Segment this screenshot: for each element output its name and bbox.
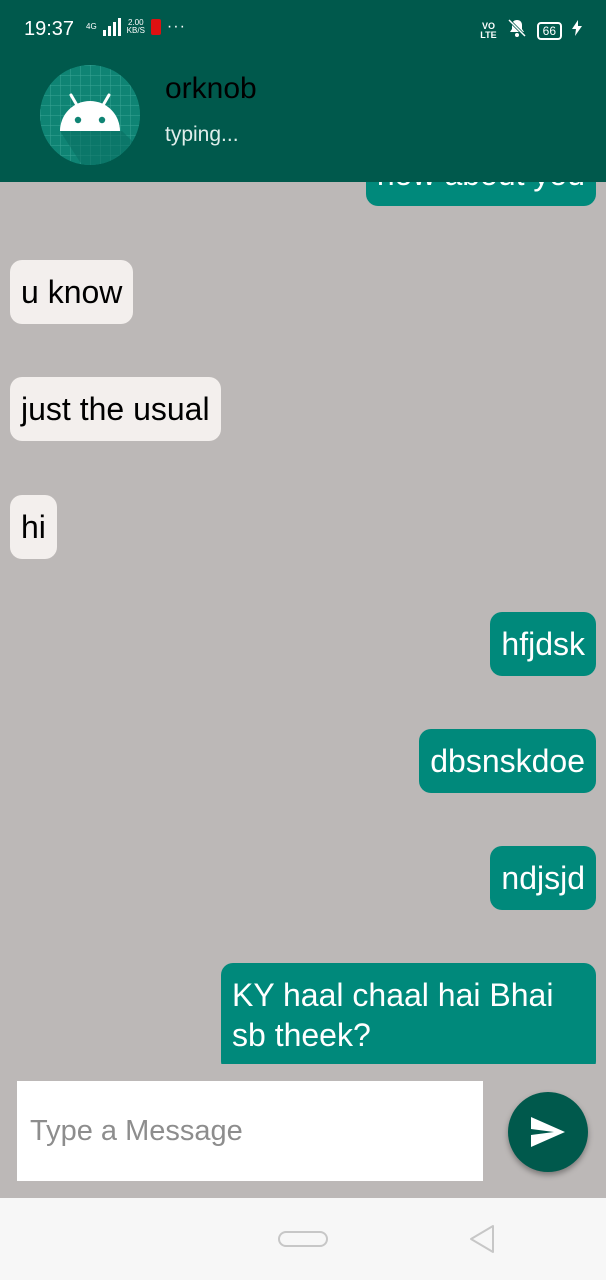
typing-status: typing... [165, 123, 239, 146]
status-bar: 19:37 4G 2.00 KB/S ··· VO LTE 66 [0, 0, 606, 60]
send-icon [531, 1117, 565, 1147]
mute-icon [507, 18, 527, 43]
message-incoming: just the usual [10, 377, 221, 441]
message-input[interactable] [17, 1081, 483, 1181]
send-button[interactable] [508, 1092, 588, 1172]
home-icon[interactable] [278, 1231, 328, 1247]
message-outgoing: dbsnskdoe [419, 729, 596, 793]
message-incoming: hi [10, 495, 57, 559]
record-icon [150, 19, 161, 35]
android-icon [40, 65, 140, 165]
battery-icon: 66 [536, 21, 562, 40]
message-outgoing: KY haal chaal hai Bhai sb theek? [221, 963, 596, 1064]
message-outgoing: how about you [365, 182, 596, 206]
volte-icon: VO LTE [480, 20, 497, 40]
message-list[interactable]: how about you u know just the usual hi h… [0, 182, 606, 1064]
avatar[interactable] [40, 65, 140, 165]
clock: 19:37 [24, 18, 75, 40]
message-outgoing: ndjsjd [490, 846, 596, 910]
message-outgoing: hfjdsk [490, 612, 596, 676]
system-nav-bar [0, 1198, 606, 1280]
more-dots-icon: ··· [166, 18, 186, 35]
signal-icon [102, 18, 121, 36]
data-speed-unit: KB/S [126, 26, 145, 35]
network-type: 4G [86, 22, 97, 31]
chat-header: orknob typing... [0, 60, 606, 182]
message-composer [0, 1064, 606, 1198]
message-incoming: u know [10, 260, 134, 324]
charging-icon [572, 20, 582, 41]
contact-name: orknob [165, 72, 257, 105]
back-icon[interactable] [468, 1224, 496, 1254]
